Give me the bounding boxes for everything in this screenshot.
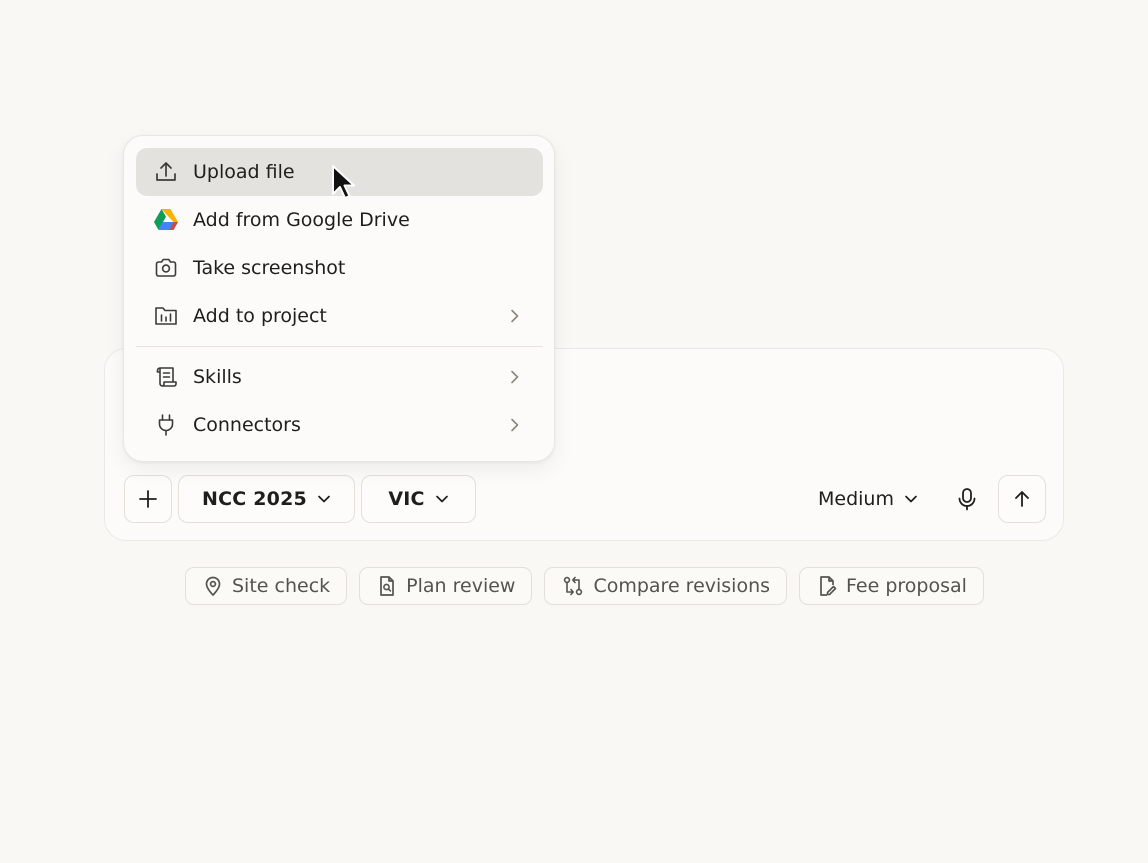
- document-search-icon: [377, 575, 397, 597]
- chevron-down-icon: [904, 492, 918, 506]
- menu-item-connectors[interactable]: Connectors: [136, 401, 543, 449]
- suggestion-label: Compare revisions: [593, 575, 771, 597]
- menu-item-label: Skills: [193, 366, 242, 388]
- chevron-down-icon: [435, 492, 449, 506]
- voice-input-button[interactable]: [947, 481, 987, 517]
- chevron-right-icon: [509, 417, 521, 433]
- scroll-icon: [153, 364, 179, 390]
- camera-icon: [153, 255, 179, 281]
- plug-icon: [153, 412, 179, 438]
- menu-divider: [136, 346, 543, 347]
- suggestion-label: Fee proposal: [846, 575, 967, 597]
- standard-select-label: NCC 2025: [202, 488, 307, 510]
- suggestion-chips: Site check Plan review Compare revisions: [185, 567, 984, 605]
- menu-item-label: Add from Google Drive: [193, 209, 410, 231]
- plus-icon: [138, 489, 158, 509]
- microphone-icon: [956, 487, 978, 511]
- document-edit-icon: [817, 575, 837, 597]
- menu-item-upload-file[interactable]: Upload file: [136, 148, 543, 196]
- suggestion-plan-review[interactable]: Plan review: [359, 567, 533, 605]
- menu-item-google-drive[interactable]: Add from Google Drive: [136, 196, 543, 244]
- suggestion-fee-proposal[interactable]: Fee proposal: [799, 567, 984, 605]
- model-select[interactable]: Medium: [805, 475, 935, 523]
- compare-icon: [562, 575, 584, 597]
- suggestion-label: Plan review: [406, 575, 516, 597]
- arrow-up-icon: [1012, 489, 1032, 509]
- state-select-label: VIC: [388, 488, 425, 510]
- menu-item-take-screenshot[interactable]: Take screenshot: [136, 244, 543, 292]
- menu-item-label: Upload file: [193, 161, 295, 183]
- menu-item-label: Connectors: [193, 414, 301, 436]
- suggestion-compare-revisions[interactable]: Compare revisions: [544, 567, 788, 605]
- attachment-menu: Upload file Add from Google Drive Take s…: [123, 135, 555, 462]
- google-drive-icon: [153, 207, 179, 233]
- menu-item-skills[interactable]: Skills: [136, 353, 543, 401]
- suggestion-label: Site check: [232, 575, 331, 597]
- model-select-label: Medium: [818, 488, 894, 510]
- map-pin-icon: [203, 575, 223, 597]
- send-button[interactable]: [998, 475, 1046, 523]
- project-folder-icon: [153, 303, 179, 329]
- chevron-right-icon: [509, 369, 521, 385]
- menu-item-label: Take screenshot: [193, 257, 346, 279]
- suggestion-site-check[interactable]: Site check: [185, 567, 348, 605]
- state-select[interactable]: VIC: [361, 475, 476, 523]
- chevron-right-icon: [509, 308, 521, 324]
- chevron-down-icon: [317, 492, 331, 506]
- menu-item-label: Add to project: [193, 305, 327, 327]
- upload-icon: [153, 159, 179, 185]
- menu-item-add-to-project[interactable]: Add to project: [136, 292, 543, 340]
- standard-select[interactable]: NCC 2025: [178, 475, 355, 523]
- add-content-button[interactable]: [124, 475, 172, 523]
